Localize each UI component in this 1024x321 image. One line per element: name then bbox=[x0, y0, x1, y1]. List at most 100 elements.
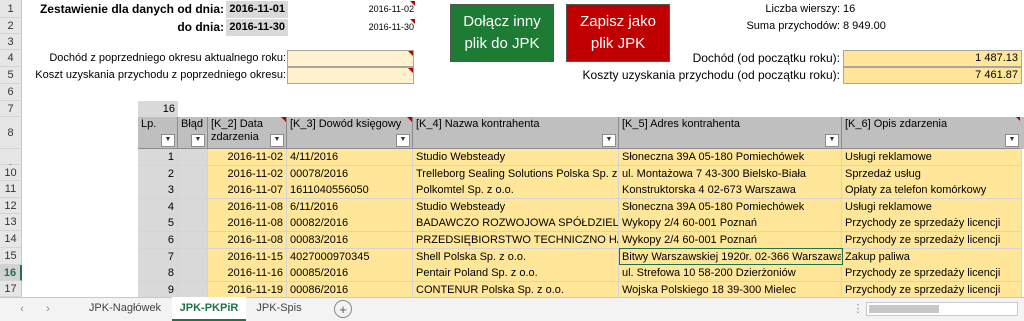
scrollbar-thumb[interactable] bbox=[869, 305, 939, 313]
cell-date[interactable]: 2016-11-08 bbox=[208, 232, 287, 249]
filter-dropdown-icon[interactable]: ▼ bbox=[602, 134, 616, 147]
cell-date[interactable]: 2016-11-08 bbox=[208, 215, 287, 233]
cell-date[interactable]: 2016-11-16 bbox=[208, 265, 287, 283]
cell-name[interactable]: PRZEDSIĘBIORSTWO TECHNICZNO HAND bbox=[413, 232, 619, 249]
cell-address[interactable]: Słoneczna 39A 05-180 Pomiechówek bbox=[619, 198, 842, 216]
cell-lp[interactable]: 1 bbox=[138, 149, 178, 166]
table-row: 7 2016-11-15 4027000970345 Shell Polska Sp.… bbox=[0, 248, 1024, 266]
attach-file-button[interactable]: Dołącz inny plik do JPK bbox=[450, 4, 554, 62]
tab-jpk-naglowek[interactable]: JPK-Nagłówek bbox=[80, 297, 170, 321]
filter-dropdown-icon[interactable]: ▼ bbox=[191, 134, 205, 147]
cell-description[interactable]: Sprzedaż usług bbox=[842, 165, 1022, 183]
cell-blad[interactable] bbox=[178, 165, 208, 183]
filter-dropdown-icon[interactable]: ▼ bbox=[825, 134, 839, 147]
cell-address[interactable]: Wykopy 2/4 60-001 Poznań bbox=[619, 232, 842, 249]
cell-name[interactable]: Shell Polska Sp. z o.o. bbox=[413, 248, 619, 266]
cell-address[interactable]: Słoneczna 39A 05-180 Pomiechówek bbox=[619, 149, 842, 166]
row-header[interactable]: 2 bbox=[0, 18, 22, 34]
date-to-value[interactable]: 2016-11-30 bbox=[226, 19, 288, 36]
cell-description[interactable]: Usługi reklamowe bbox=[842, 198, 1022, 216]
cell-address[interactable]: Bitwy Warszawskiej 1920r. 02-366 Warszaw… bbox=[619, 248, 842, 266]
cell-lp[interactable]: 2 bbox=[138, 165, 178, 183]
cost-prev-input[interactable] bbox=[287, 67, 414, 84]
cell-blad[interactable] bbox=[178, 182, 208, 200]
cell-date[interactable]: 2016-11-02 bbox=[208, 149, 287, 166]
cell-doc[interactable]: 1611040556050 bbox=[287, 182, 413, 200]
cell-lp[interactable]: 6 bbox=[138, 232, 178, 249]
col-header-blad-label: Błąd bbox=[181, 118, 204, 130]
cell-address[interactable]: Wykopy 2/4 60-001 Poznań bbox=[619, 215, 842, 233]
cell-address[interactable]: ul. Strefowa 10 58-200 Dzierżoniów bbox=[619, 265, 842, 283]
row-header[interactable]: 3 bbox=[0, 34, 22, 50]
cell-description[interactable]: Usługi reklamowe bbox=[842, 149, 1022, 166]
tab-prev-icon[interactable]: ‹ bbox=[14, 297, 30, 321]
cell-doc[interactable]: 00078/2016 bbox=[287, 165, 413, 183]
cell-blad[interactable] bbox=[178, 215, 208, 233]
cell-blad[interactable] bbox=[178, 265, 208, 283]
cell-date[interactable]: 2016-11-02 bbox=[208, 165, 287, 183]
income-prev-input[interactable] bbox=[287, 50, 414, 67]
cell-lp[interactable]: 3 bbox=[138, 182, 178, 200]
cell-date[interactable]: 2016-11-07 bbox=[208, 182, 287, 200]
cell-description[interactable]: Przychody ze sprzedaży licencji bbox=[842, 215, 1022, 233]
filter-dropdown-icon[interactable]: ▼ bbox=[396, 134, 410, 147]
cell-description[interactable]: Przychody ze sprzedaży licencji bbox=[842, 232, 1022, 249]
cell-date[interactable]: 2016-11-15 bbox=[208, 248, 287, 266]
filter-dropdown-icon[interactable]: ▼ bbox=[1005, 134, 1019, 147]
cell-name[interactable]: Polkomtel Sp. z o.o. bbox=[413, 182, 619, 200]
row-header[interactable]: 7 bbox=[0, 101, 22, 117]
tab-jpk-pkpir[interactable]: JPK-PKPiR bbox=[172, 297, 246, 321]
cell-address[interactable]: Konstruktorska 4 02-673 Warszawa bbox=[619, 182, 842, 200]
col-header-k3[interactable]: [K_3] Dowód księgowy ▼ bbox=[287, 117, 413, 149]
row-header[interactable]: 8 bbox=[0, 117, 22, 149]
col-header-k6-label: [K_6] Opis zdarzenia bbox=[845, 118, 948, 130]
cell-name[interactable]: Trelleborg Sealing Solutions Polska Sp. … bbox=[413, 165, 619, 183]
cell-doc[interactable]: 00083/2016 bbox=[287, 232, 413, 249]
add-sheet-icon[interactable]: + bbox=[334, 300, 352, 318]
tab-next-icon[interactable]: › bbox=[40, 297, 56, 321]
cell-date[interactable]: 2016-11-08 bbox=[208, 198, 287, 216]
cell-lp[interactable]: 8 bbox=[138, 265, 178, 283]
cell-doc[interactable]: 00082/2016 bbox=[287, 215, 413, 233]
cell-doc[interactable]: 4/11/2016 bbox=[287, 149, 413, 166]
rows-count-value: 16 bbox=[843, 3, 856, 15]
cell-blad[interactable] bbox=[178, 232, 208, 249]
row-header[interactable]: 4 bbox=[0, 50, 22, 67]
date-from-value[interactable]: 2016-11-01 bbox=[226, 1, 288, 18]
cell-lp[interactable]: 4 bbox=[138, 198, 178, 216]
col-header-k2[interactable]: [K_2] Data zdarzenia ▼ bbox=[208, 117, 287, 149]
cell-name[interactable]: Studio Websteady bbox=[413, 149, 619, 166]
row-header[interactable]: 1 bbox=[0, 0, 22, 18]
cell-name[interactable]: BADAWCZO ROZWOJOWA SPÓŁDZIELNIA bbox=[413, 215, 619, 233]
cell-doc[interactable]: 6/11/2016 bbox=[287, 198, 413, 216]
cell-lp[interactable]: 5 bbox=[138, 215, 178, 233]
cell-blad[interactable] bbox=[178, 248, 208, 266]
cost-ytd-value[interactable]: 7 461.87 bbox=[843, 67, 1022, 84]
col-header-k4[interactable]: [K_4] Nazwa kontrahenta ▼ bbox=[413, 117, 619, 149]
col-header-k5[interactable]: [K_5] Adres kontrahenta ▼ bbox=[619, 117, 842, 149]
col-header-k6[interactable]: [K_6] Opis zdarzenia ▼ bbox=[842, 117, 1022, 149]
col-header-blad[interactable]: Błąd ▼ bbox=[178, 117, 208, 149]
income-ytd-value[interactable]: 1 487.13 bbox=[843, 50, 1022, 67]
cell-lp[interactable]: 7 bbox=[138, 248, 178, 266]
cell-name[interactable]: Pentair Poland Sp. z o.o. bbox=[413, 265, 619, 283]
record-count-cell[interactable]: 16 bbox=[138, 101, 178, 117]
cell-blad[interactable] bbox=[178, 198, 208, 216]
cell-name[interactable]: Studio Websteady bbox=[413, 198, 619, 216]
cell-doc[interactable]: 4027000970345 bbox=[287, 248, 413, 266]
row-header[interactable]: 6 bbox=[0, 84, 22, 101]
cell-description[interactable]: Opłaty za telefon komórkowy bbox=[842, 182, 1022, 200]
col-header-lp[interactable]: Lp. ▼ bbox=[138, 117, 178, 149]
horizontal-scrollbar[interactable] bbox=[866, 302, 1018, 316]
filter-dropdown-icon[interactable]: ▼ bbox=[161, 134, 175, 147]
tab-jpk-spis[interactable]: JPK-Spis bbox=[248, 297, 310, 321]
cell-blad[interactable] bbox=[178, 149, 208, 166]
row-header[interactable]: 5 bbox=[0, 67, 22, 84]
cell-doc[interactable]: 00085/2016 bbox=[287, 265, 413, 283]
cell-description[interactable]: Przychody ze sprzedaży licencji bbox=[842, 265, 1022, 283]
cell-address[interactable]: ul. Montażowa 7 43-300 Bielsko-Biała bbox=[619, 165, 842, 183]
more-options-icon[interactable]: ⋮ bbox=[852, 297, 864, 321]
filter-dropdown-icon[interactable]: ▼ bbox=[270, 134, 284, 147]
cell-description[interactable]: Zakup paliwa bbox=[842, 248, 1022, 266]
date-from-label: Zestawienie dla danych od dnia: bbox=[39, 2, 224, 16]
